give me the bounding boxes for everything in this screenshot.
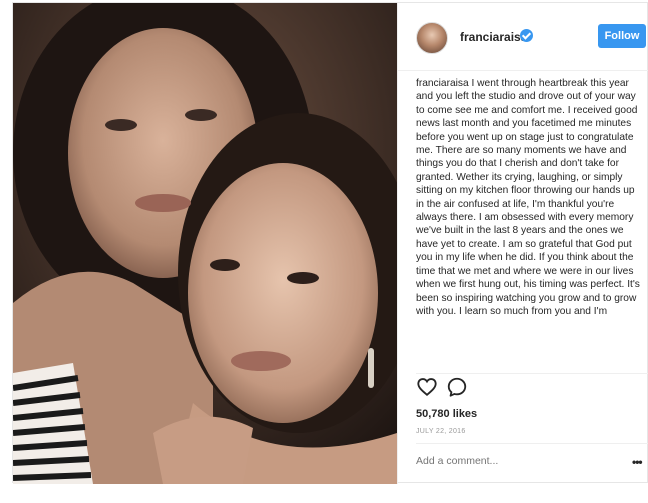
comment-divider bbox=[416, 443, 648, 444]
verified-badge-icon bbox=[520, 29, 533, 42]
comment-icon[interactable] bbox=[446, 376, 470, 400]
post-date[interactable]: JULY 22, 2016 bbox=[416, 428, 466, 435]
caption-username[interactable]: franciaraisa bbox=[416, 78, 469, 89]
comment-input[interactable] bbox=[416, 453, 616, 469]
follow-button[interactable]: Follow bbox=[598, 24, 646, 48]
post-photo[interactable] bbox=[13, 3, 397, 484]
post-sidebar: franciaraisa Follow franciaraisa I went … bbox=[397, 3, 648, 484]
likes-count[interactable]: 50,780 likes bbox=[416, 408, 477, 420]
post-header: franciaraisa Follow bbox=[398, 3, 648, 71]
post-photo-image bbox=[13, 3, 397, 484]
post-caption: franciaraisa I went through heartbreak t… bbox=[416, 77, 644, 372]
instagram-post: franciaraisa Follow franciaraisa I went … bbox=[12, 2, 648, 484]
more-options-icon[interactable]: ••• bbox=[632, 455, 643, 469]
heart-icon[interactable] bbox=[416, 376, 440, 400]
caption-text: I went through heartbreak this year and … bbox=[416, 78, 640, 317]
post-username[interactable]: franciaraisa bbox=[460, 30, 527, 44]
avatar[interactable] bbox=[416, 22, 448, 54]
caption-divider bbox=[416, 373, 648, 374]
